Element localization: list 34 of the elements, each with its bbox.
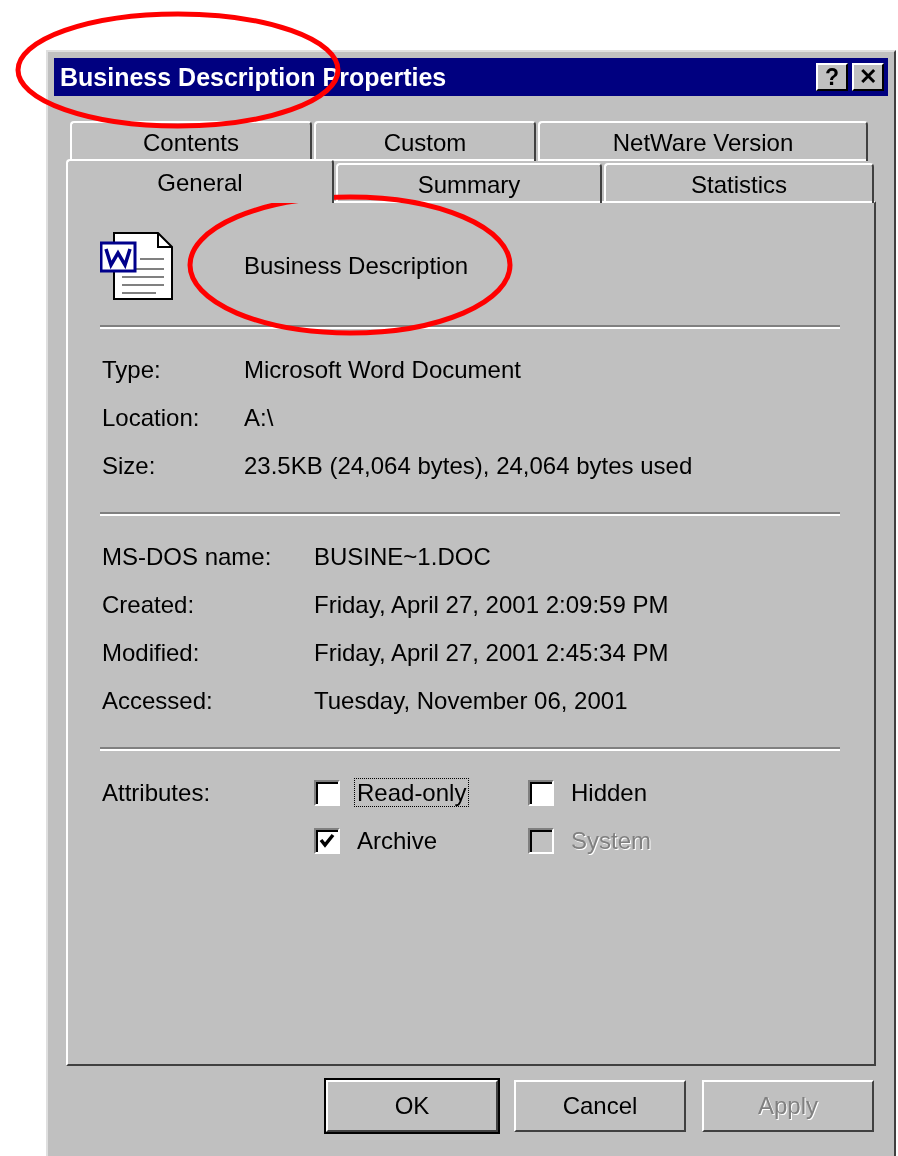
property-value: Friday, April 27, 2001 2:09:59 PM [314, 590, 670, 619]
property-value: BUSINE~1.DOC [314, 542, 492, 571]
tab[interactable]: Summary [336, 163, 602, 203]
property-value: A:\ [244, 403, 275, 432]
tab[interactable]: Statistics [604, 163, 874, 203]
property-label: Modified: [102, 638, 201, 667]
document-icon [100, 231, 176, 301]
attributes-label: Attributes: [102, 778, 212, 808]
dialog-button: Apply [702, 1080, 874, 1132]
property-label: Location: [102, 403, 201, 432]
property-label: Type: [102, 355, 162, 384]
tab[interactable]: Custom [314, 121, 536, 161]
file-name: Business Description [244, 252, 469, 280]
checkbox-label[interactable]: Hidden [568, 778, 651, 807]
property-label: Created: [102, 590, 196, 619]
checkbox[interactable] [528, 779, 554, 806]
tab[interactable]: General [66, 159, 334, 203]
property-value: Microsoft Word Document [244, 355, 522, 384]
property-label: MS-DOS name: [102, 542, 273, 571]
property-value: Friday, April 27, 2001 2:45:34 PM [314, 638, 670, 667]
property-label: Accessed: [102, 686, 214, 715]
close-button[interactable]: ✕ [852, 63, 884, 91]
checkbox-label[interactable]: Archive [354, 826, 441, 855]
checkbox-label[interactable]: Read-only [354, 778, 470, 807]
checkbox-label: System [570, 826, 652, 855]
help-button[interactable]: ? [816, 63, 848, 91]
dialog-button[interactable]: OK [326, 1080, 498, 1132]
dialog-button[interactable]: Cancel [514, 1080, 686, 1132]
tab[interactable]: NetWare Version [538, 121, 868, 161]
property-label: Size: [102, 451, 157, 480]
checkbox[interactable] [314, 827, 340, 854]
property-value: Tuesday, November 06, 2001 [314, 686, 629, 715]
checkbox[interactable] [314, 779, 340, 806]
property-value: 23.5KB (24,064 bytes), 24,064 bytes used [244, 451, 694, 480]
